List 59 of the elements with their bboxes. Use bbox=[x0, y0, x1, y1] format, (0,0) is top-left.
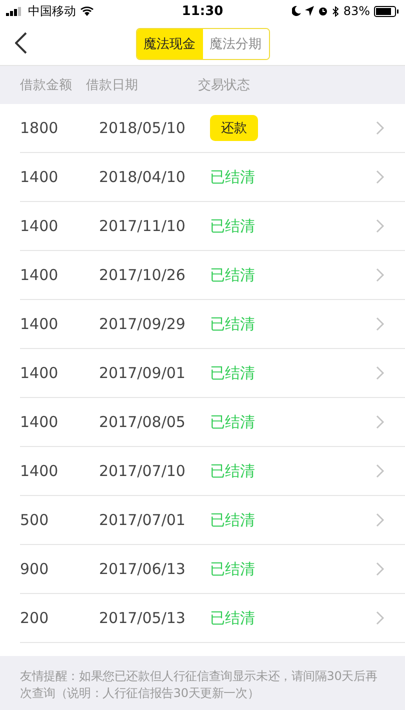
chevron-right-icon[interactable] bbox=[376, 170, 385, 184]
signal-icon bbox=[6, 6, 24, 16]
loan-amount: 500 bbox=[20, 511, 50, 529]
status-text: 已结清 bbox=[210, 560, 255, 578]
battery-percent: 83% bbox=[343, 4, 370, 18]
status-text: 已结清 bbox=[210, 510, 255, 528]
loan-amount: 1400 bbox=[20, 266, 60, 284]
loan-date: 2017/05/13 bbox=[99, 609, 186, 627]
clock-time: 11:30 bbox=[182, 4, 224, 18]
loan-amount: 1800 bbox=[20, 119, 60, 137]
loan-date: 2017/11/10 bbox=[99, 217, 186, 235]
status-text: 已结清 bbox=[210, 314, 255, 332]
loan-amount: 1400 bbox=[20, 413, 60, 431]
status-text: 已结清 bbox=[210, 364, 255, 382]
loan-amount: 1400 bbox=[20, 364, 60, 382]
loan-date: 2018/05/10 bbox=[99, 119, 186, 137]
loan-date: 2017/09/01 bbox=[99, 364, 186, 382]
loan-date: 2017/06/13 bbox=[99, 560, 186, 578]
chevron-right-icon[interactable] bbox=[376, 317, 385, 331]
loan-date: 2017/07/10 bbox=[99, 462, 186, 480]
segment-tab[interactable]: 魔法现金 bbox=[136, 28, 202, 58]
bluetooth-icon bbox=[332, 6, 340, 16]
chevron-right-icon[interactable] bbox=[376, 611, 385, 625]
status-text: 已结清 bbox=[210, 168, 255, 186]
status-text: 已结清 bbox=[210, 462, 255, 480]
chevron-right-icon[interactable] bbox=[376, 562, 385, 576]
loan-date: 2018/04/10 bbox=[99, 168, 186, 186]
chevron-right-icon[interactable] bbox=[376, 415, 385, 429]
loan-date: 2017/08/05 bbox=[99, 413, 186, 431]
reminder-text: 友情提醒：如果您已还款但人行征信查询显示未还，请间隔30天后再次查询（说明：人行征信报告30天更新一次） bbox=[20, 668, 378, 702]
chevron-right-icon[interactable] bbox=[376, 366, 385, 380]
status-text: 已结清 bbox=[210, 608, 255, 626]
chevron-right-icon[interactable] bbox=[376, 268, 385, 282]
chevron-right-icon[interactable] bbox=[376, 464, 385, 478]
loan-amount: 1400 bbox=[20, 462, 60, 480]
chevron-right-icon[interactable] bbox=[376, 219, 385, 233]
column-header: 交易状态 bbox=[198, 77, 250, 94]
loan-amount: 900 bbox=[20, 560, 50, 578]
location-icon bbox=[305, 6, 314, 16]
column-header: 借款金额 bbox=[19, 77, 73, 94]
loan-date: 2017/10/26 bbox=[99, 266, 186, 284]
status-text: 已结清 bbox=[210, 216, 255, 234]
alarm-icon bbox=[318, 6, 328, 16]
status-text: 已结清 bbox=[210, 266, 255, 284]
loan-amount: 1400 bbox=[20, 315, 60, 333]
loan-amount: 1400 bbox=[20, 168, 60, 186]
loan-date: 2017/09/29 bbox=[99, 315, 186, 333]
moon-icon bbox=[292, 6, 302, 16]
loan-date: 2017/07/01 bbox=[99, 511, 186, 529]
wifi-icon bbox=[80, 6, 94, 16]
battery-icon bbox=[374, 6, 399, 16]
column-header: 借款日期 bbox=[85, 77, 139, 94]
chevron-right-icon[interactable] bbox=[376, 513, 385, 527]
repay-button[interactable]: 还款 bbox=[210, 115, 258, 141]
chevron-right-icon[interactable] bbox=[376, 121, 385, 135]
carrier-name: 中国移动 bbox=[28, 2, 76, 20]
status-text: 已结清 bbox=[210, 412, 255, 430]
loan-amount: 200 bbox=[20, 609, 50, 627]
loan-amount: 1400 bbox=[20, 217, 60, 235]
